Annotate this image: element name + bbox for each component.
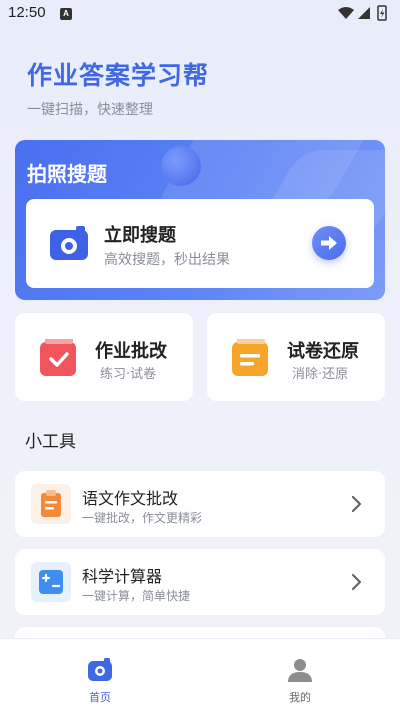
tool-title: 科学计算器 [82, 567, 163, 586]
nav-home-label: 首页 [89, 691, 111, 704]
bottom-nav: 首页 我的 [0, 638, 400, 711]
nav-home[interactable]: 首页 [0, 639, 200, 711]
status-icons [338, 5, 387, 21]
tool-subtitle: 一键计算，简单快捷 [82, 589, 191, 603]
scientific-calculator-row[interactable]: 科学计算器 一键计算，简单快捷 [15, 549, 385, 615]
photo-search-card: 拍照搜题 立即搜题 高效搜题，秒出结果 [15, 140, 385, 300]
card-title: 试卷还原 [287, 341, 359, 362]
signal-icon [358, 7, 370, 19]
essay-correction-row[interactable]: 语文作文批改 一键批改，作文更精彩 [15, 471, 385, 537]
check-list-icon [40, 339, 76, 376]
calculator-icon [31, 562, 71, 602]
notification-icon: A [60, 8, 72, 20]
paper-restore-card[interactable]: 试卷还原 消除·还原 [207, 313, 385, 401]
search-now-subtitle: 高效搜题，秒出结果 [104, 252, 230, 268]
search-now-button[interactable]: 立即搜题 高效搜题，秒出结果 [26, 199, 374, 288]
nav-mine-label: 我的 [289, 691, 311, 704]
card-title: 作业批改 [95, 341, 167, 362]
search-now-title: 立即搜题 [104, 225, 176, 246]
photo-search-title: 拍照搜题 [27, 162, 107, 186]
app-subtitle: 一键扫描，快速整理 [27, 102, 153, 118]
tools-section-title: 小工具 [25, 432, 76, 452]
status-bar: 12:50 A [0, 0, 400, 28]
wifi-icon [338, 7, 354, 19]
card-subtitle: 消除·还原 [292, 367, 349, 382]
arrow-right-icon[interactable] [312, 226, 346, 260]
user-icon [288, 659, 312, 682]
camera-home-icon [88, 658, 112, 681]
clipboard-icon [31, 484, 71, 524]
status-time: 12:50 [8, 4, 46, 21]
nav-mine[interactable]: 我的 [200, 639, 400, 711]
homework-correction-card[interactable]: 作业批改 练习·试卷 [15, 313, 193, 401]
camera-icon [50, 226, 88, 260]
tool-title: 语文作文批改 [82, 489, 179, 508]
tool-subtitle: 一键批改，作文更精彩 [82, 511, 203, 525]
card-subtitle: 练习·试卷 [100, 367, 157, 382]
document-icon [232, 339, 268, 376]
app-title: 作业答案学习帮 [27, 61, 210, 90]
chevron-right-icon [351, 573, 362, 591]
decor-circle [161, 146, 201, 186]
chevron-right-icon [351, 495, 362, 513]
